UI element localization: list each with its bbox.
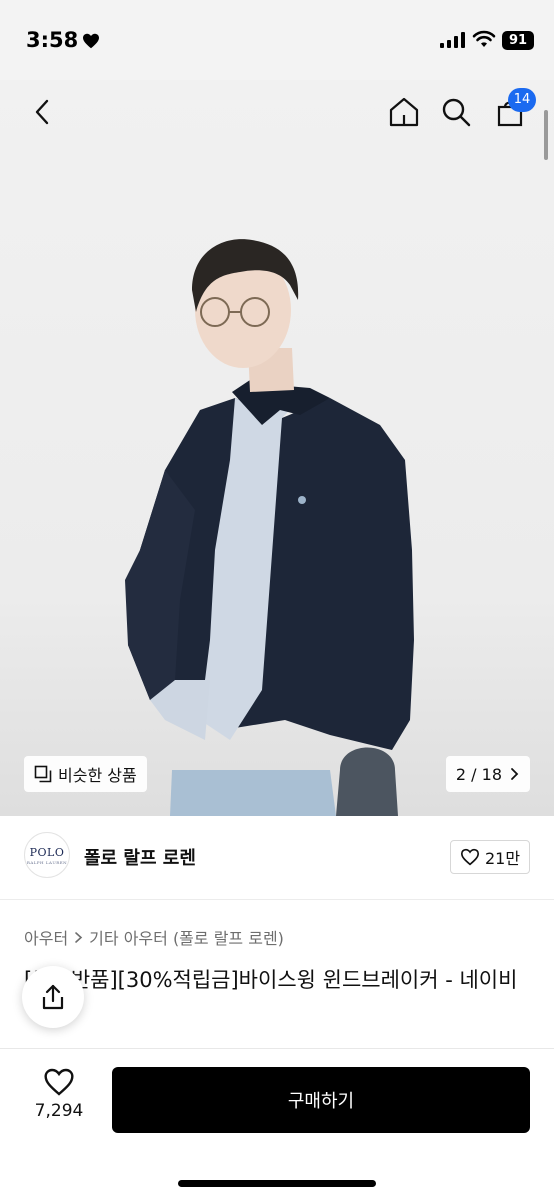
home-button[interactable] bbox=[384, 92, 424, 132]
back-icon bbox=[35, 99, 49, 125]
search-icon bbox=[442, 98, 471, 127]
product-title: [무료반품][30%적립금]바이스윙 윈드브레이커 - 네이비 bbox=[24, 968, 518, 992]
heart-status-icon bbox=[83, 33, 99, 49]
chevron-right-icon bbox=[511, 768, 519, 780]
brand-row[interactable]: POLO RALPH LAUREN 폴로 랄프 로렌 21만 bbox=[0, 816, 554, 900]
home-indicator[interactable] bbox=[178, 1180, 376, 1187]
brand-logo-text: POLO bbox=[29, 845, 65, 859]
search-button[interactable] bbox=[436, 92, 476, 132]
wishlist-button[interactable]: 7,294 bbox=[20, 1067, 98, 1121]
share-icon bbox=[42, 984, 64, 1010]
cart-count-badge: 14 bbox=[508, 88, 536, 112]
brand-logo[interactable]: POLO RALPH LAUREN bbox=[24, 832, 70, 878]
chevron-right-icon bbox=[75, 931, 83, 943]
breadcrumb: 아우터 기타 아우터 (폴로 랄프 로렌) bbox=[24, 925, 284, 949]
copy-icon bbox=[34, 765, 52, 783]
product-photo-model bbox=[125, 239, 414, 816]
back-button[interactable] bbox=[22, 92, 62, 132]
brand-logo-subtext: RALPH LAUREN bbox=[26, 859, 68, 865]
image-counter[interactable]: 2 / 18 bbox=[445, 756, 530, 792]
image-counter-label: 2 / 18 bbox=[455, 764, 502, 784]
similar-products-button[interactable]: 비슷한 상품 bbox=[24, 756, 147, 792]
status-bar: 3:58 91 bbox=[0, 0, 554, 80]
cart-button[interactable]: 14 bbox=[490, 88, 536, 132]
battery-indicator: 91 bbox=[502, 31, 534, 50]
wifi-icon bbox=[472, 30, 496, 47]
wishlist-count: 7,294 bbox=[34, 1101, 84, 1121]
brand-like-count: 21만 bbox=[484, 849, 521, 868]
signal-icon bbox=[440, 32, 465, 48]
share-button[interactable] bbox=[22, 966, 84, 1028]
breadcrumb-subcategory[interactable]: 기타 아우터 (폴로 랄프 로렌) bbox=[89, 925, 284, 949]
status-time: 3:58 bbox=[26, 28, 79, 52]
heart-icon bbox=[44, 1068, 74, 1096]
bottom-action-bar: 7,294 구매하기 bbox=[0, 1048, 554, 1200]
home-icon bbox=[389, 97, 419, 127]
similar-products-label: 비슷한 상품 bbox=[58, 766, 137, 785]
heart-icon bbox=[460, 848, 479, 866]
breadcrumb-category[interactable]: 아우터 bbox=[24, 925, 68, 949]
brand-name[interactable]: 폴로 랄프 로렌 bbox=[84, 844, 196, 870]
top-navigation: 14 bbox=[0, 80, 554, 144]
buy-button[interactable]: 구매하기 bbox=[112, 1067, 530, 1133]
brand-like-button[interactable]: 21만 bbox=[450, 840, 530, 874]
